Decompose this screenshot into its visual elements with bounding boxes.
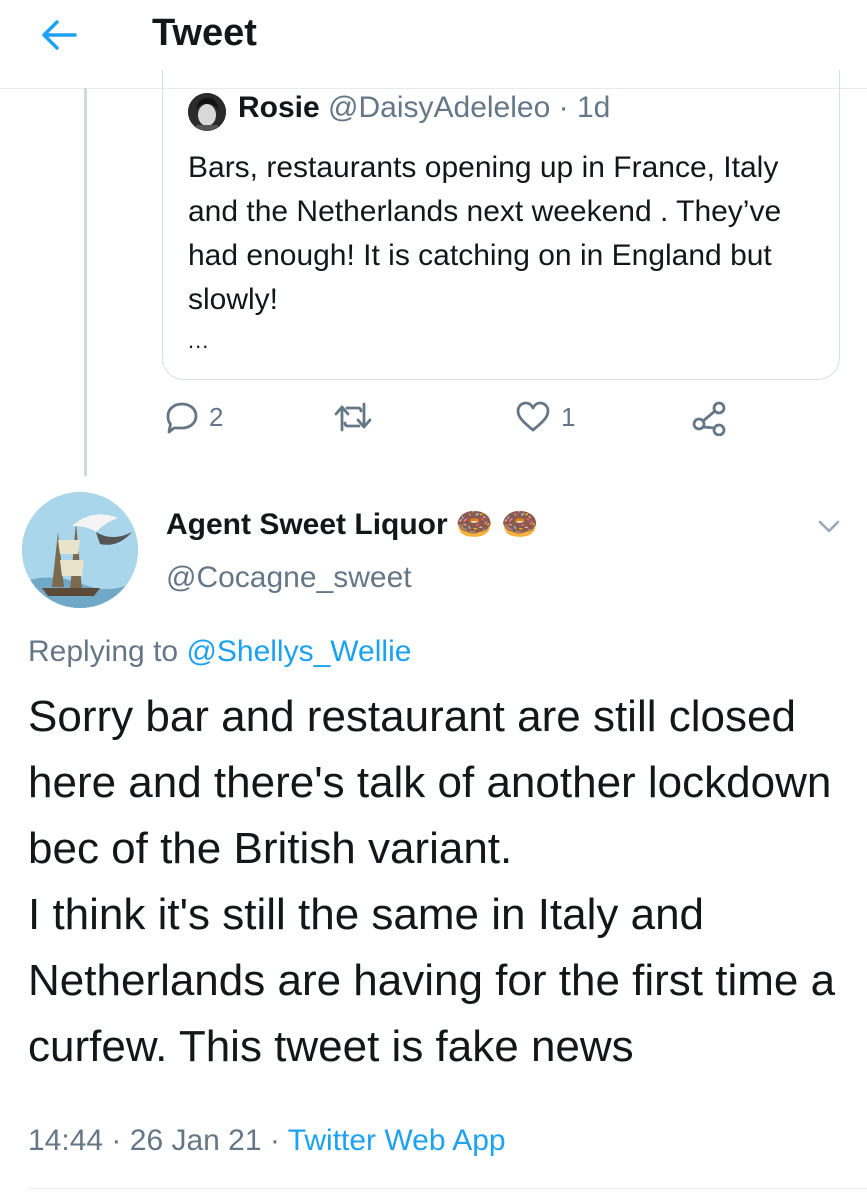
tweet-meta: 14:44 · 26 Jan 21 · Twitter Web App [28, 1121, 506, 1161]
separator-dot: · [111, 1124, 122, 1157]
like-button[interactable]: 1 [515, 400, 575, 434]
author-handle[interactable]: @Cocagne_sweet [166, 558, 412, 598]
donut-emoji: 🍩 [455, 508, 494, 541]
retweet-icon [334, 402, 372, 432]
replying-user-link[interactable]: @Shellys_Wellie [186, 635, 411, 668]
tweet-text-part: Sorry bar and restaurant are still close… [28, 692, 836, 1071]
avatar-image [22, 492, 138, 608]
tweet-time: 14:44 [28, 1124, 104, 1157]
tweet-date: 26 Jan 21 [129, 1124, 262, 1157]
like-count: 1 [561, 401, 576, 432]
like-icon [516, 401, 550, 432]
donut-emoji: 🍩 [501, 508, 539, 541]
reply-button[interactable]: 2 [165, 400, 223, 434]
separator-dot: · [269, 1124, 280, 1157]
author-name[interactable]: Agent Sweet Liquor [166, 505, 448, 545]
retweet-button[interactable] [333, 400, 383, 434]
divider [28, 1188, 867, 1189]
author-avatar[interactable] [22, 492, 138, 608]
tweet-source-link[interactable]: Twitter Web App [288, 1124, 506, 1157]
thread-connector-line [84, 88, 87, 476]
quoted-tweet-header: Rosie @DaisyAdeleleo · 1d [238, 88, 610, 128]
reply-icon [166, 402, 198, 434]
share-icon [692, 401, 726, 436]
quoted-author-name[interactable]: Rosie [238, 91, 320, 124]
reply-count: 2 [209, 401, 224, 432]
arrow-left-icon [42, 20, 77, 50]
quoted-avatar[interactable] [188, 93, 226, 131]
tweet-text: Sorry bar and restaurant are still close… [28, 684, 858, 1080]
chevron-down-icon [818, 520, 840, 533]
share-button[interactable] [691, 400, 727, 436]
separator-dot: · [558, 91, 569, 124]
replying-prefix: Replying to [28, 635, 179, 668]
action-bar: 2 1 [165, 400, 765, 450]
quoted-author-handle[interactable]: @DaisyAdeleleo [328, 91, 550, 124]
more-options-button[interactable] [812, 512, 846, 540]
page-title: Tweet [152, 12, 257, 54]
avatar-image [188, 93, 226, 131]
quoted-time: 1d [576, 91, 611, 124]
back-button[interactable] [34, 14, 84, 56]
quoted-tweet-text: Bars, restaurants opening up in France, … [188, 151, 782, 316]
author-name-row[interactable]: Agent Sweet Liquor 🍩 🍩 [166, 505, 538, 545]
quoted-more-indicator: ... [188, 328, 210, 353]
replying-to-line: Replying to @Shellys_Wellie [28, 632, 411, 672]
